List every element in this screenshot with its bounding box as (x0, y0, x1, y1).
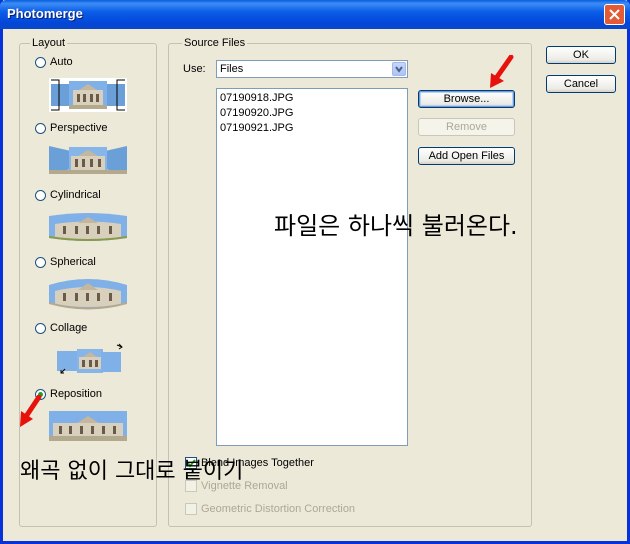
use-label: Use: (183, 63, 206, 75)
title-bar: Photomerge (0, 0, 630, 29)
layout-group-label: Layout (30, 37, 68, 49)
radio-reposition[interactable]: Reposition (35, 387, 102, 401)
radio-perspective[interactable]: Perspective (35, 121, 107, 135)
source-files-label: Source Files (182, 37, 248, 49)
radio-label-spherical: Spherical (50, 256, 96, 268)
radio-label-auto: Auto (50, 56, 73, 68)
radio-label-cylindrical: Cylindrical (50, 189, 101, 201)
geometric-distortion-label: Geometric Distortion Correction (201, 503, 356, 515)
red-arrow-icon (490, 55, 514, 88)
radio-spherical[interactable]: Spherical (35, 255, 96, 269)
close-button[interactable] (604, 4, 625, 25)
radio-button[interactable] (35, 56, 46, 68)
ok-button[interactable]: OK (546, 46, 616, 64)
browse-button[interactable]: Browse... (418, 90, 515, 108)
photomerge-dialog: Photomerge Layout Auto Perspective Cylin… (0, 0, 630, 544)
cancel-button[interactable]: Cancel (546, 75, 616, 93)
source-files-list[interactable]: 07190918.JPG 07190920.JPG 07190921.JPG (216, 88, 408, 446)
geometric-distortion-checkbox-row[interactable]: Geometric Distortion Correction (185, 502, 355, 516)
radio-cylindrical[interactable]: Cylindrical (35, 188, 101, 202)
file-list-item[interactable]: 07190918.JPG (220, 92, 293, 104)
remove-button[interactable]: Remove (418, 118, 515, 136)
radio-button[interactable] (35, 322, 46, 334)
red-arrow-icon (20, 395, 42, 427)
reposition-annotation: 왜곡 없이 그대로 붙이기 (20, 459, 244, 484)
dropdown-arrow-icon[interactable] (392, 62, 406, 76)
radio-label-perspective: Perspective (50, 122, 108, 134)
radio-label-collage: Collage (50, 322, 88, 334)
file-list-item[interactable]: 07190920.JPG (220, 107, 293, 119)
window-title: Photomerge (7, 6, 83, 21)
add-open-files-button[interactable]: Add Open Files (418, 147, 515, 165)
radio-collage[interactable]: Collage (35, 321, 87, 335)
checkbox[interactable] (185, 503, 197, 515)
radio-label-reposition: Reposition (50, 388, 102, 400)
radio-button[interactable] (35, 256, 46, 268)
perspective-preview-image (49, 146, 127, 174)
reposition-preview-image (49, 411, 127, 441)
auto-preview-image (49, 78, 127, 112)
files-annotation: 파일은 하나씩 불러온다. (274, 212, 518, 240)
cylindrical-preview-image (49, 213, 127, 241)
radio-auto[interactable]: Auto (35, 55, 73, 69)
spherical-preview-image (49, 279, 127, 310)
use-select[interactable]: Files (216, 60, 408, 78)
use-select-value: Files (220, 63, 244, 75)
file-list-item[interactable]: 07190921.JPG (220, 122, 293, 134)
radio-button[interactable] (35, 122, 46, 134)
collage-preview-image (57, 343, 123, 374)
close-icon (609, 9, 620, 20)
radio-button[interactable] (35, 189, 46, 201)
